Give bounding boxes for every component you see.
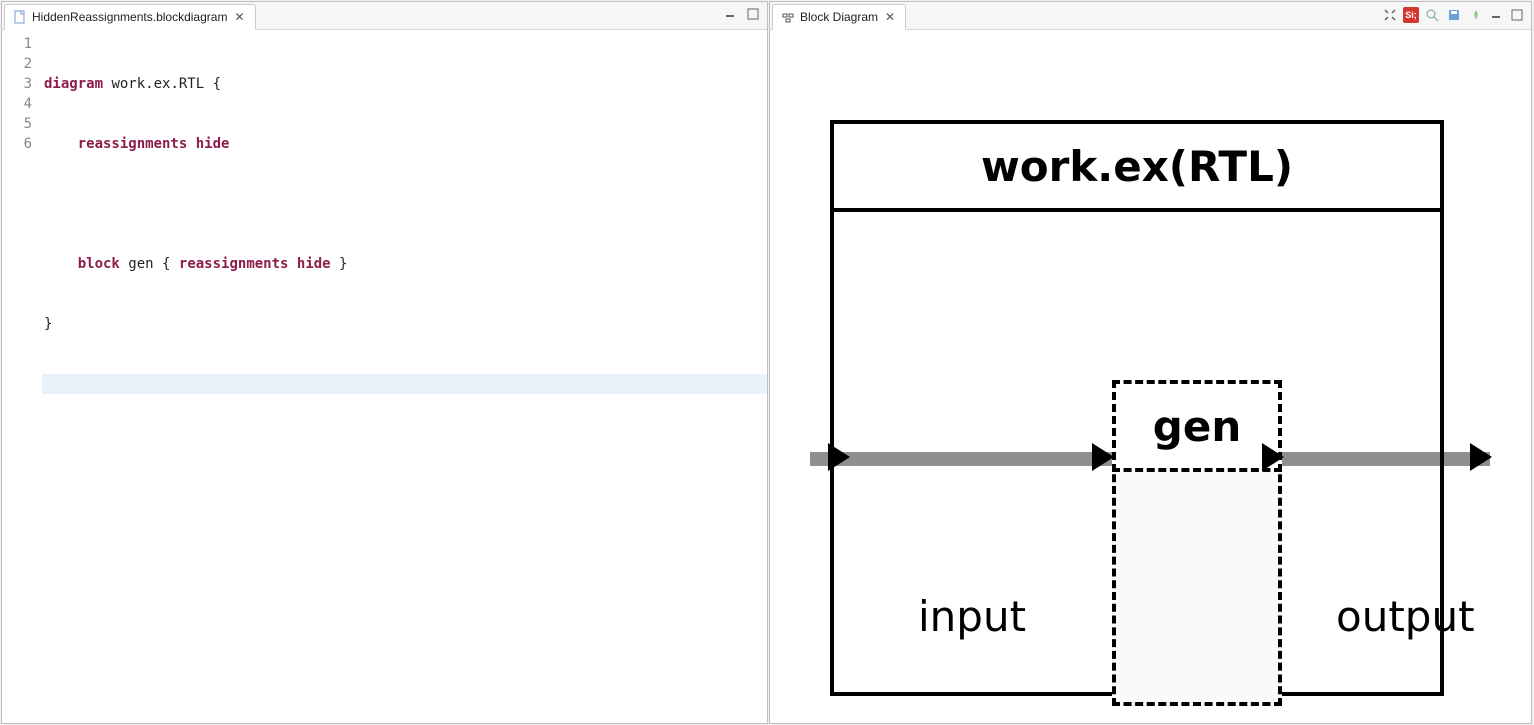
code-text: work.ex.RTL { [103,76,221,92]
code-area[interactable]: diagram work.ex.RTL { reassignments hide… [42,30,767,723]
pin-icon[interactable] [1467,6,1485,24]
line-number: 3 [6,74,32,94]
line-number: 6 [6,134,32,154]
code-editor[interactable]: 1 2 3 4 5 6 diagram work.ex.RTL { reassi… [2,30,767,723]
gen-block-title: gen [1112,380,1282,472]
close-icon[interactable]: ✕ [232,10,246,24]
code-text: } [331,256,348,272]
editor-tab-label: HiddenReassignments.blockdiagram [32,10,227,24]
maximize-icon[interactable] [1509,7,1525,23]
expand-icon[interactable] [1381,6,1399,24]
port-input-label: input [918,592,1026,641]
sigasi-badge-icon[interactable]: Si; [1403,7,1419,23]
editor-pane-controls [723,6,761,22]
close-icon[interactable]: ✕ [883,10,897,24]
line-number-gutter: 1 2 3 4 5 6 [2,30,42,723]
gen-block[interactable]: gen [1112,380,1282,706]
editor-tabbar: HiddenReassignments.blockdiagram ✕ [2,2,767,30]
editor-tab[interactable]: HiddenReassignments.blockdiagram ✕ [4,4,256,30]
arrowhead-icon [1262,443,1284,471]
arrowhead-icon [1470,443,1492,471]
arrowhead-icon [1092,443,1114,471]
diagram-tab-label: Block Diagram [800,10,878,24]
keyword: reassignments hide [179,256,331,272]
code-text: } [44,316,52,332]
keyword: reassignments hide [78,136,230,152]
code-text: gen { [120,256,179,272]
module-box[interactable]: work.ex(RTL) gen input output [830,120,1444,696]
diagram-toolbar: Si; [1381,6,1525,24]
minimize-icon[interactable] [1489,7,1505,23]
save-icon[interactable] [1445,6,1463,24]
line-number: 4 [6,94,32,114]
file-icon [13,10,27,24]
diagram-icon [781,10,795,24]
keyword: diagram [44,76,103,92]
arrowhead-icon [828,443,850,471]
minimize-icon[interactable] [723,6,739,22]
line-number: 5 [6,114,32,134]
editor-pane: HiddenReassignments.blockdiagram ✕ 1 2 3… [1,1,768,724]
block-diagram-canvas[interactable]: work.ex(RTL) gen input output [770,30,1531,723]
zoom-icon[interactable] [1423,6,1441,24]
diagram-tabbar: Block Diagram ✕ Si; [770,2,1531,30]
line-number: 1 [6,34,32,54]
diagram-pane: Block Diagram ✕ Si; [769,1,1532,724]
keyword: block [78,256,120,272]
module-title: work.ex(RTL) [830,120,1444,212]
diagram-tab[interactable]: Block Diagram ✕ [772,4,906,30]
maximize-icon[interactable] [745,6,761,22]
port-output-label: output [1336,592,1475,641]
line-number: 2 [6,54,32,74]
